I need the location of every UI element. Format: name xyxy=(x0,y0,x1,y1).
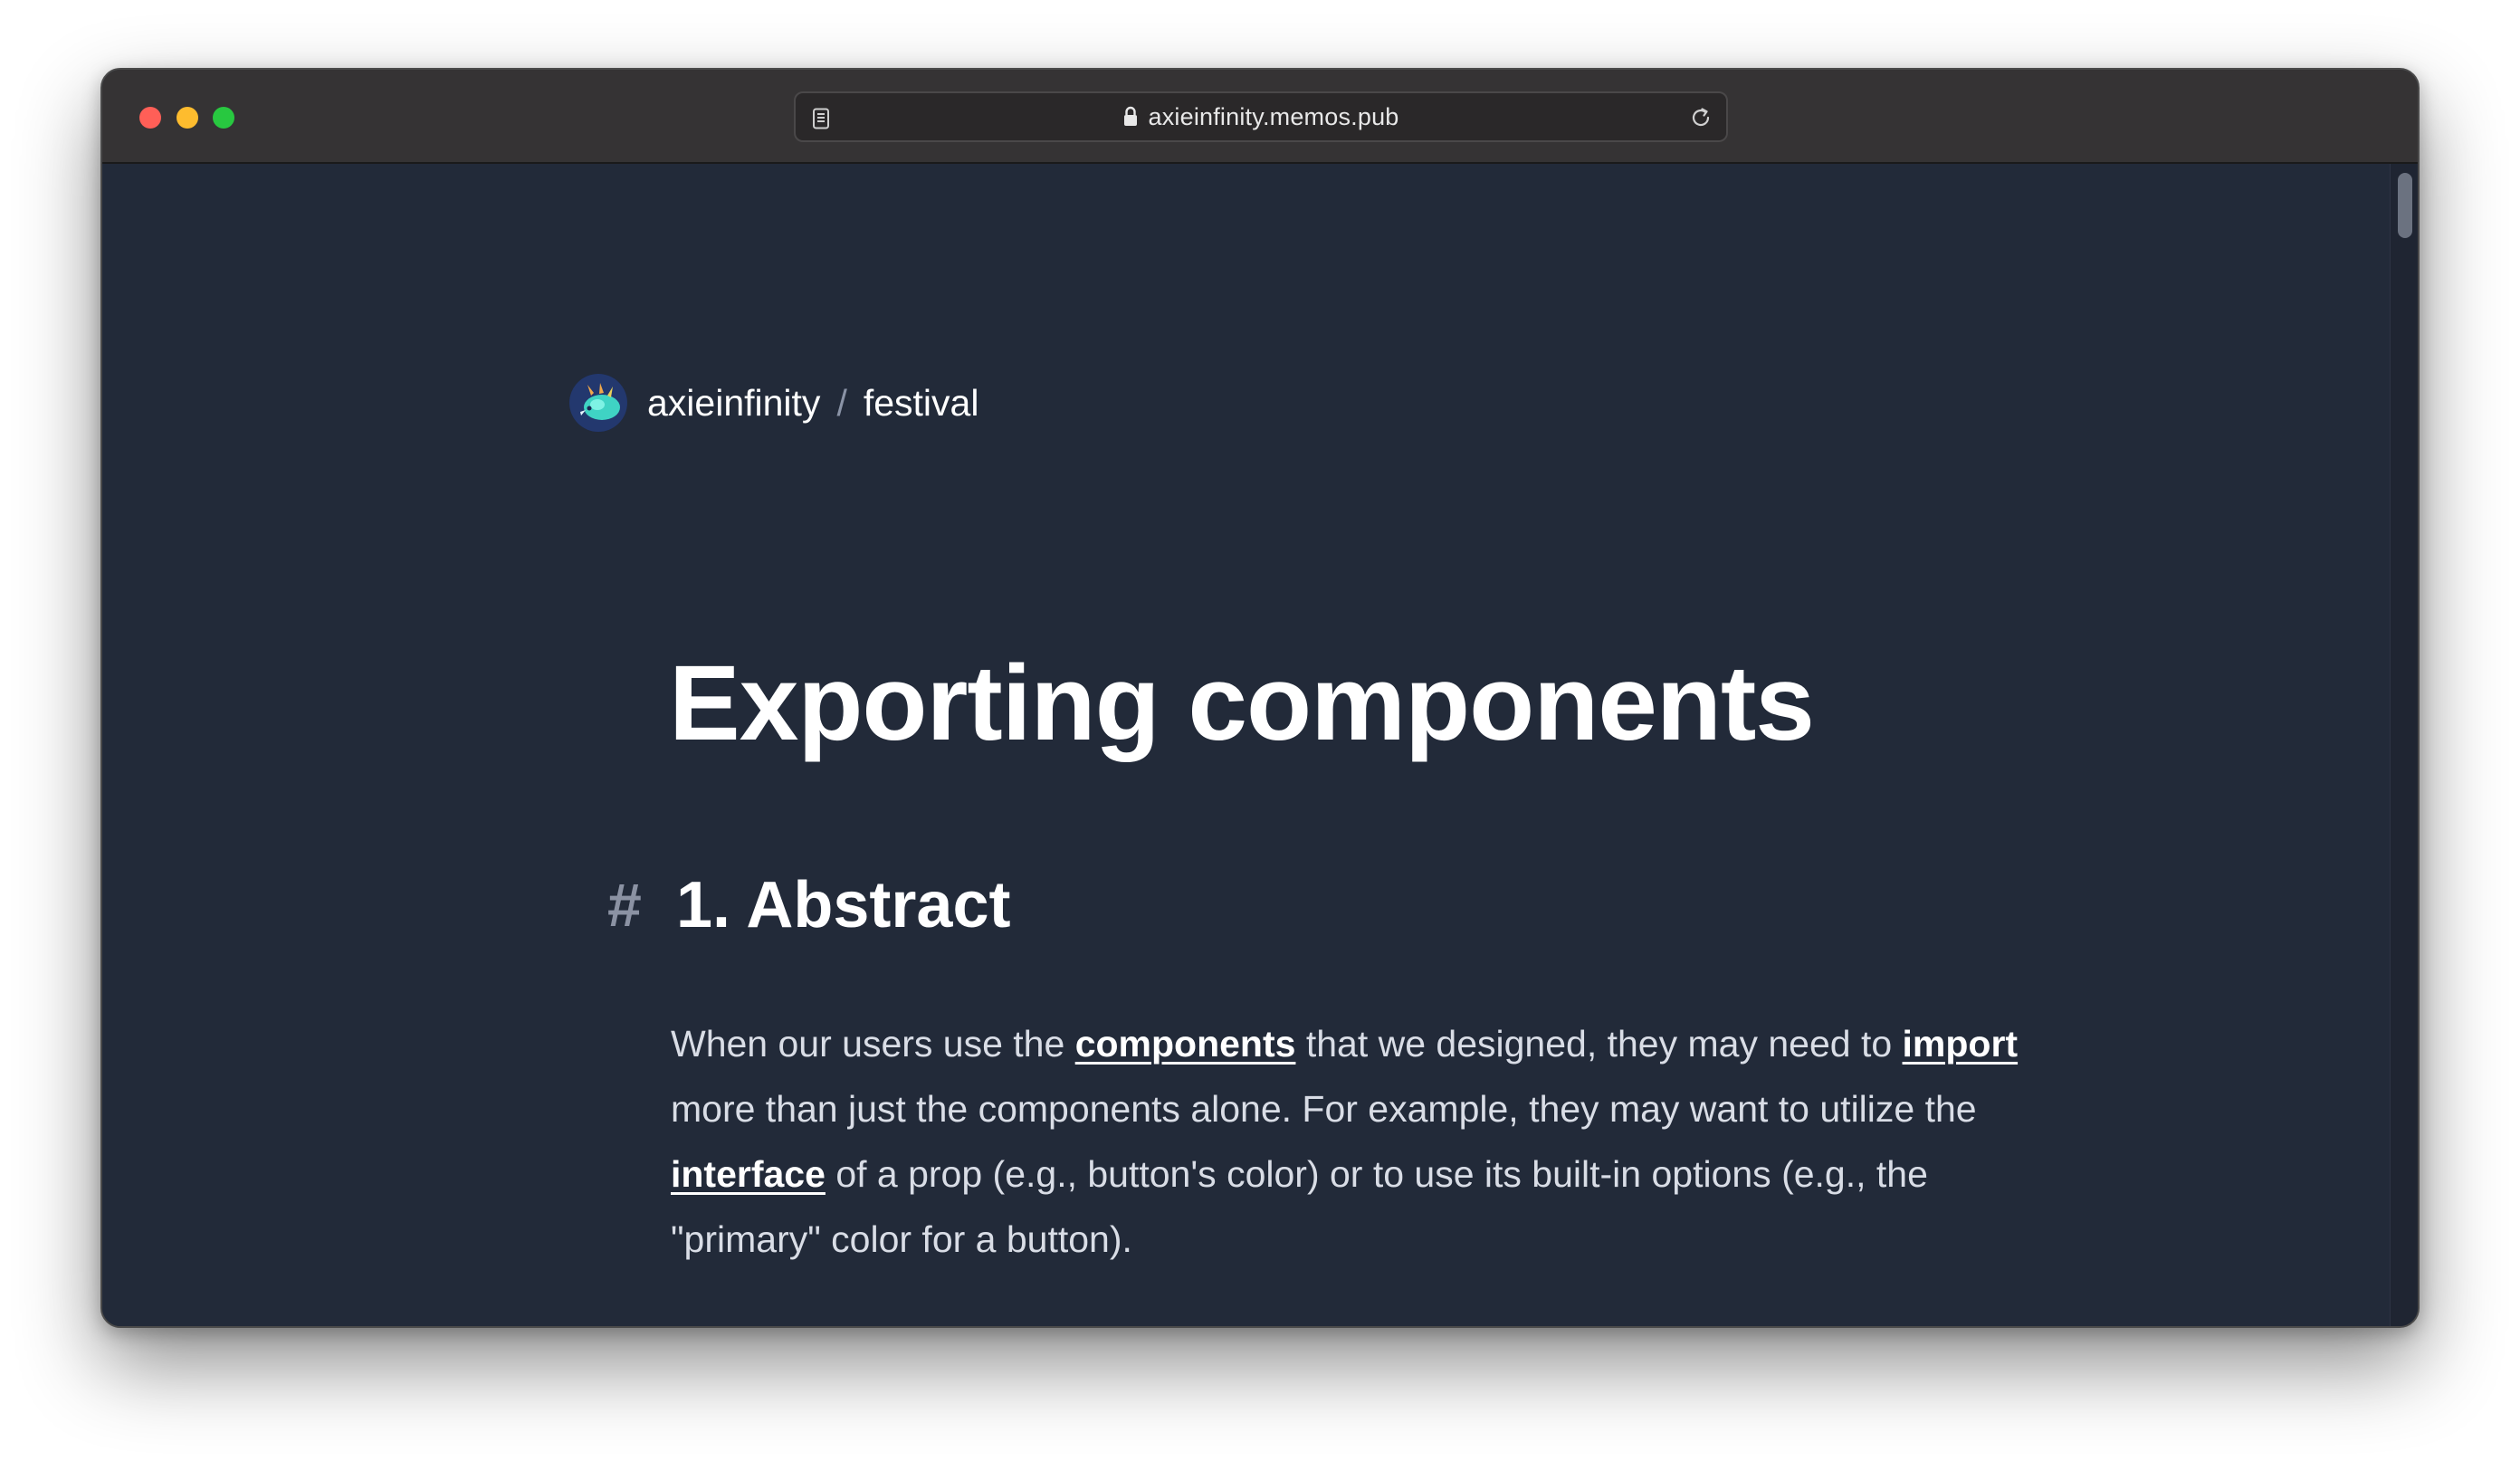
breadcrumb-org-link[interactable]: axieinfinity xyxy=(647,382,820,425)
browser-window: axieinfinity.memos.pub axieinfinity / fe… xyxy=(100,68,2420,1328)
import-link[interactable]: import xyxy=(1903,1023,2019,1065)
browser-titlebar: axieinfinity.memos.pub xyxy=(102,70,2418,164)
paragraph-text: that we designed, they may need to xyxy=(1295,1023,1903,1065)
section-heading-text: 1. Abstract xyxy=(676,869,1011,941)
scrollbar-thumb[interactable] xyxy=(2398,173,2412,238)
breadcrumb-project-link[interactable]: festival xyxy=(864,382,979,425)
axie-avatar[interactable] xyxy=(569,374,627,432)
page-title: Exporting components xyxy=(669,644,1815,763)
paragraph-text: of a prop (e.g., button's color) or to u… xyxy=(671,1153,1928,1260)
abstract-paragraph-1: When our users use the components that w… xyxy=(671,1011,2047,1272)
abstract-paragraph-2: What to export from a component, and how… xyxy=(671,1315,2047,1326)
paragraph-text: When our users use the xyxy=(671,1023,1075,1065)
url-text: axieinfinity.memos.pub xyxy=(1148,102,1399,130)
address-bar[interactable]: axieinfinity.memos.pub xyxy=(794,91,1728,142)
breadcrumb: axieinfinity / festival xyxy=(569,373,978,433)
maximize-window-button[interactable] xyxy=(213,107,234,129)
axie-avatar-icon xyxy=(569,374,627,432)
components-link[interactable]: components xyxy=(1075,1023,1296,1065)
heading-anchor-link[interactable]: # xyxy=(607,870,671,941)
url-display[interactable]: axieinfinity.memos.pub xyxy=(796,93,1726,140)
screenshot-stage: axieinfinity.memos.pub axieinfinity / fe… xyxy=(0,0,2520,1461)
minimize-window-button[interactable] xyxy=(177,107,198,129)
breadcrumb-separator: / xyxy=(836,381,847,424)
vertical-scrollbar[interactable] xyxy=(2390,164,2418,1326)
reload-icon[interactable] xyxy=(1688,105,1713,130)
section-heading: # 1. Abstract xyxy=(607,868,1010,942)
paragraph-text: more than just the components alone. For… xyxy=(671,1088,1977,1130)
close-window-button[interactable] xyxy=(139,107,161,129)
lock-icon xyxy=(1124,106,1138,126)
interface-link[interactable]: interface xyxy=(671,1153,826,1195)
